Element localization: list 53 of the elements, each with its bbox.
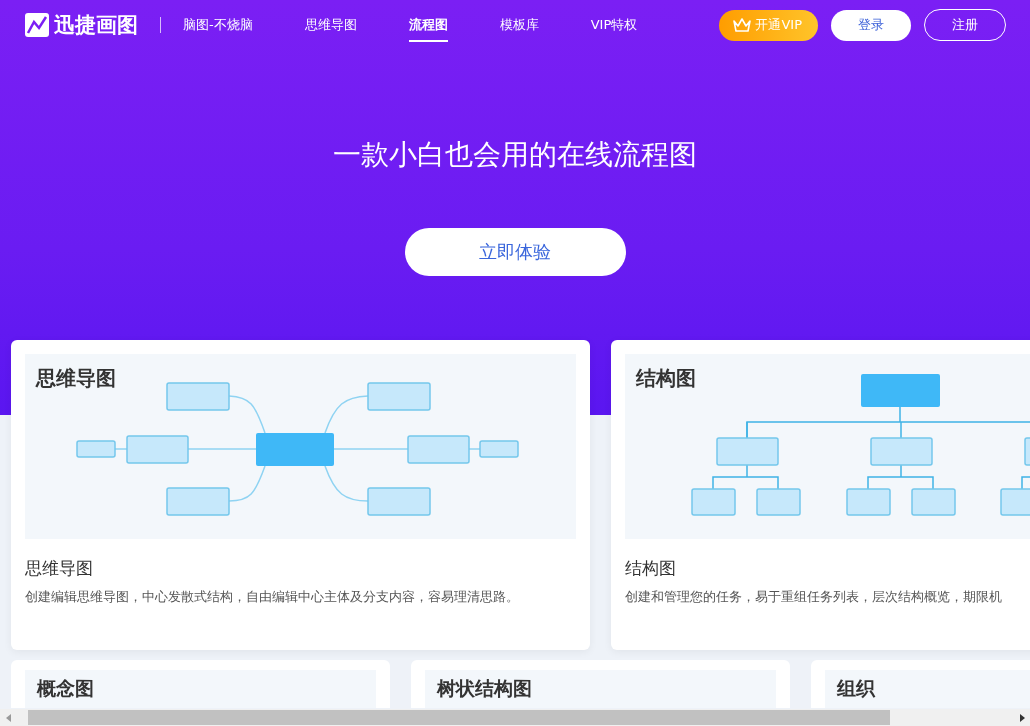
chart-node	[691, 488, 736, 516]
template-card[interactable]: 结构图 结构图 创建和管理您的任务，易于重组任务列表，层次结构概览，期限机	[611, 340, 1030, 650]
preview-title: 结构图	[636, 365, 696, 392]
chart-node	[1024, 437, 1030, 466]
logo-text: 迅捷画图	[54, 12, 138, 39]
chart-node	[1000, 488, 1030, 516]
branch-node	[407, 435, 470, 464]
connector-line	[867, 464, 934, 490]
branch-node	[479, 440, 519, 458]
nav-tab[interactable]: VIP特权	[590, 8, 638, 42]
connector-line	[324, 465, 369, 502]
chart-node	[846, 488, 891, 516]
scrollbar-thumb[interactable]	[28, 710, 890, 725]
template-card[interactable]: 概念图	[11, 660, 390, 708]
chart-node	[870, 437, 933, 466]
preview-title: 思维导图	[36, 365, 116, 392]
branch-node	[367, 382, 431, 411]
chart-node	[716, 437, 779, 466]
connector-line	[712, 464, 779, 490]
connector-line	[468, 448, 481, 450]
template-card[interactable]: 组织	[811, 660, 1030, 708]
connector-line	[114, 448, 128, 450]
branch-node	[166, 382, 230, 411]
horizontal-scrollbar[interactable]	[0, 709, 1030, 726]
connector-line	[228, 465, 266, 502]
card-description: 创建和管理您的任务，易于重组任务列表，层次结构概览，期限机	[625, 589, 1003, 606]
crown-icon	[733, 18, 752, 32]
card-title: 思维导图	[25, 557, 94, 580]
try-now-button[interactable]: 立即体验	[404, 228, 626, 276]
slogan: 脑图-不烧脑	[183, 16, 253, 34]
card-description: 创建编辑思维导图，中心发散式结构，自由编辑中心主体及分支内容，容易理清思路。	[25, 589, 520, 606]
chart-node	[911, 488, 956, 516]
branch-node	[76, 440, 116, 458]
branch-node	[367, 487, 431, 516]
right-arrow-icon[interactable]	[1020, 713, 1026, 722]
nav-tab[interactable]: 流程图	[408, 8, 448, 42]
branch-node	[166, 487, 230, 516]
connector-line	[324, 395, 369, 434]
preview-title: 概念图	[37, 676, 94, 701]
chart-node	[756, 488, 801, 516]
connector-line	[228, 395, 266, 434]
preview-title: 组织	[837, 676, 875, 701]
template-card[interactable]: 树状结构图	[411, 660, 790, 708]
branch-node	[126, 435, 189, 464]
card-title: 结构图	[625, 557, 677, 580]
preview-title: 树状结构图	[437, 676, 532, 701]
hero-headline: 一款小白也会用的在线流程图	[332, 137, 698, 173]
left-arrow-icon[interactable]	[5, 713, 11, 722]
nav-tab[interactable]: 思维导图	[304, 8, 357, 42]
login-button[interactable]: 登录	[831, 9, 911, 41]
connector-line	[187, 448, 257, 450]
nav-tab[interactable]: 模板库	[499, 8, 539, 42]
template-card[interactable]: 思维导图 思维导图 创建编辑思维导图，中心发散式结构，自由编辑中心主体及分支内容，容易理清思路。	[11, 340, 590, 650]
